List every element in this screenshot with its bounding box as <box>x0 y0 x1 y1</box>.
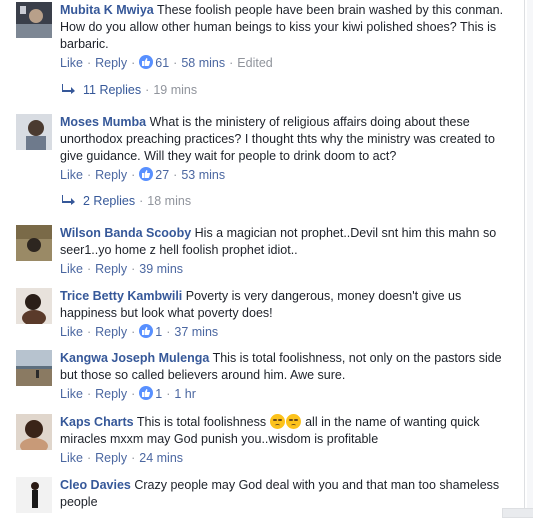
like-reaction-icon[interactable] <box>139 386 154 400</box>
comment-author[interactable]: Kangwa Joseph Mulenga <box>60 351 209 365</box>
replies-count[interactable]: 11 Replies <box>83 83 141 97</box>
reply-link[interactable]: Reply <box>95 56 127 70</box>
comment-time[interactable]: 53 mins <box>181 168 225 182</box>
comment-meta: Like · Reply · 39 mins <box>60 262 184 276</box>
disappointed-face-emoji-icon <box>285 414 301 429</box>
avatar-photo-icon <box>16 225 52 261</box>
comment-author[interactable]: Wilson Banda Scooby <box>60 226 191 240</box>
comment-meta: Like · Reply · 1 · 37 mins <box>60 324 219 339</box>
like-link[interactable]: Like <box>60 325 83 339</box>
comment-time[interactable]: 58 mins <box>181 56 225 70</box>
avatar-photo-icon <box>16 288 52 324</box>
reply-link[interactable]: Reply <box>95 325 127 339</box>
replies-time: 19 mins <box>153 83 198 97</box>
reaction-count[interactable]: 61 <box>155 56 169 70</box>
reply-link[interactable]: Reply <box>95 451 127 465</box>
reply-link[interactable]: Reply <box>95 262 127 276</box>
comment-author[interactable]: Moses Mumba <box>60 115 146 129</box>
avatar-photo-icon <box>16 114 52 150</box>
avatar-photo-icon <box>16 414 52 450</box>
disappointed-face-emoji-icon <box>269 414 285 429</box>
like-reaction-icon[interactable] <box>139 167 154 181</box>
avatar-photo-icon <box>16 350 52 386</box>
like-link[interactable]: Like <box>60 451 83 465</box>
reply-link[interactable]: Reply <box>95 387 127 401</box>
avatar[interactable] <box>16 414 52 450</box>
comment-time[interactable]: 24 mins <box>139 451 183 465</box>
avatar[interactable] <box>16 477 52 513</box>
reply-link[interactable]: Reply <box>95 168 127 182</box>
comment-time[interactable]: 1 hr <box>174 387 196 401</box>
like-link[interactable]: Like <box>60 168 83 182</box>
comment-time[interactable]: 39 mins <box>139 262 183 276</box>
avatar[interactable] <box>16 288 52 324</box>
comment-author[interactable]: Kaps Charts <box>60 415 134 429</box>
reaction-count[interactable]: 27 <box>155 168 169 182</box>
like-reaction-icon[interactable] <box>139 324 154 338</box>
comment-time[interactable]: 37 mins <box>174 325 218 339</box>
like-reaction-icon[interactable] <box>139 55 154 69</box>
comment-meta: Like · Reply · 24 mins <box>60 451 184 465</box>
view-replies-link[interactable]: 11 Replies · 19 mins <box>62 83 197 97</box>
comment-author[interactable]: Cleo Davies <box>60 478 131 492</box>
avatar-photo-icon <box>16 2 52 38</box>
comment-author[interactable]: Mubita K Mwiya <box>60 3 154 17</box>
avatar[interactable] <box>16 2 52 38</box>
comment-thread: Mubita K Mwiya These foolish people have… <box>0 0 524 516</box>
scroll-gutter[interactable] <box>527 0 533 516</box>
replies-time: 18 mins <box>147 194 192 208</box>
avatar[interactable] <box>16 225 52 261</box>
comment-meta: Like · Reply · 61 · 58 mins · Edited <box>60 55 273 70</box>
like-link[interactable]: Like <box>60 262 83 276</box>
reply-arrow-icon <box>62 194 75 208</box>
scroll-handle[interactable] <box>502 508 533 518</box>
comment-text: This is total foolishness <box>136 415 267 429</box>
edited-label[interactable]: Edited <box>237 56 272 70</box>
replies-count[interactable]: 2 Replies <box>83 194 135 208</box>
avatar[interactable] <box>16 350 52 386</box>
comment-meta: Like · Reply · 1 · 1 hr <box>60 386 196 401</box>
view-replies-link[interactable]: 2 Replies · 18 mins <box>62 194 191 208</box>
feed-border <box>524 0 525 516</box>
like-link[interactable]: Like <box>60 56 83 70</box>
avatar-photo-icon <box>16 477 52 513</box>
comment-author[interactable]: Trice Betty Kambwili <box>60 289 182 303</box>
comment-meta: Like · Reply · 27 · 53 mins <box>60 167 226 182</box>
reply-arrow-icon <box>62 83 75 97</box>
like-link[interactable]: Like <box>60 387 83 401</box>
avatar[interactable] <box>16 114 52 150</box>
